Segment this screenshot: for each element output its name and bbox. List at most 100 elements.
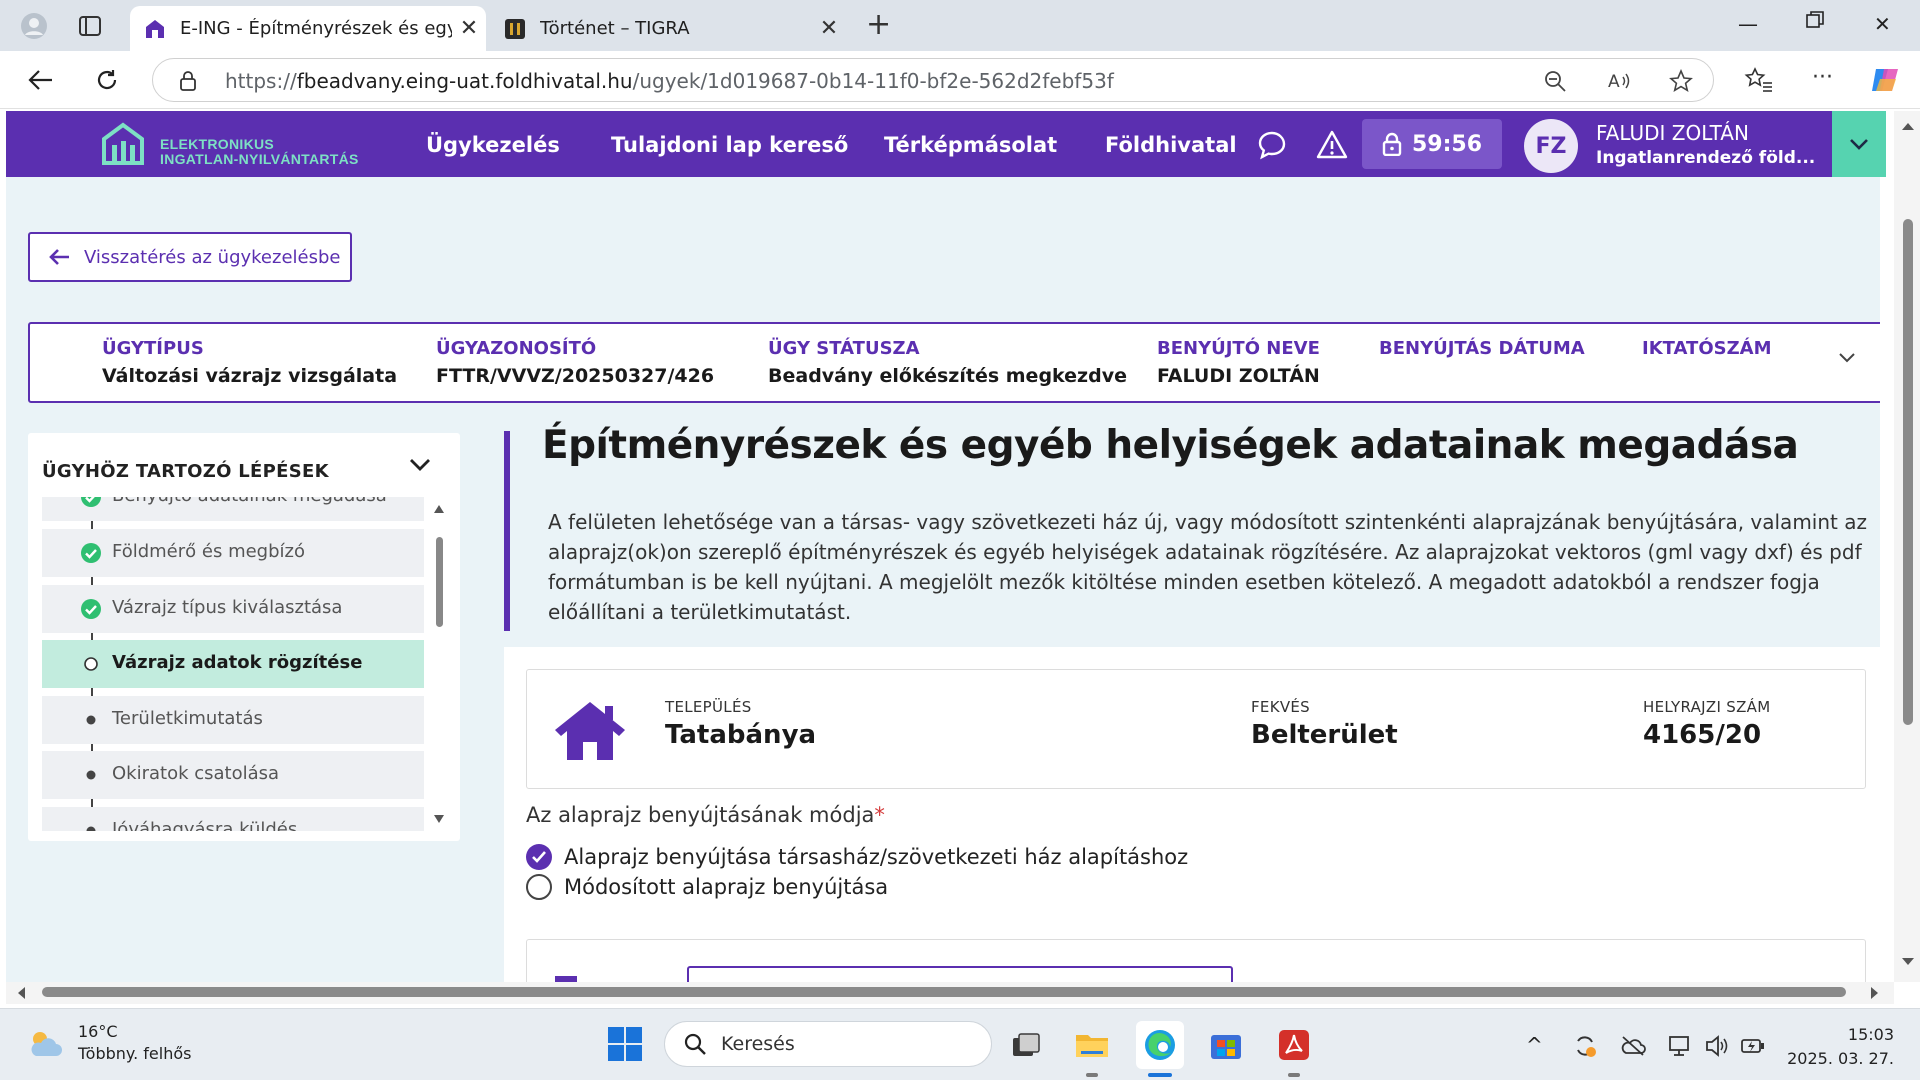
svg-text:A: A	[1608, 72, 1620, 92]
windows-start-icon[interactable]	[608, 1027, 642, 1061]
radio-new-floorplan[interactable]: Alaprajz benyújtása társasház/szövetkeze…	[526, 843, 1188, 871]
back-to-case-management-button[interactable]: Visszatérés az ügykezelésbe	[28, 232, 352, 282]
browser-tab-bar: E-ING - Építményrészek és egyéb ✕ Történ…	[0, 0, 1920, 51]
tigra-favicon-icon	[505, 18, 525, 39]
step-teruletkimutatas[interactable]: Területkimutatás	[42, 696, 424, 744]
browser-tab-eing[interactable]: E-ING - Építményrészek és egyéb ✕	[130, 6, 486, 51]
floorplan-input[interactable]	[687, 966, 1233, 982]
restore-icon[interactable]	[1806, 10, 1824, 34]
favorite-star-icon[interactable]	[1669, 69, 1693, 93]
steps-scrollbar[interactable]	[430, 497, 448, 831]
browser-tab-tigra[interactable]: Történet – TIGRA ✕	[490, 6, 846, 51]
radio-modified-floorplan[interactable]: Módosított alaprajz benyújtása	[526, 873, 888, 901]
warning-icon[interactable]	[1316, 129, 1348, 161]
session-timer[interactable]: 59:56	[1362, 119, 1502, 169]
form-card: TELEPÜLÉS Tatabánya FEKVÉS Belterület HE…	[504, 647, 1880, 982]
tab-actions-button[interactable]	[72, 8, 108, 44]
taskbar-task-view[interactable]	[1002, 1021, 1050, 1069]
read-aloud-icon[interactable]: A	[1607, 69, 1631, 93]
new-tab-icon[interactable]: +	[866, 10, 891, 40]
page-vertical-scrollbar[interactable]	[1894, 111, 1920, 982]
step-benyujto-adatai[interactable]: Benyújtó adatainak megadása	[42, 497, 424, 521]
nav-ugykezeles[interactable]: Ügykezelés	[426, 133, 560, 157]
site-logo-text[interactable]: ELEKTRONIKUS INGATLAN-NYILVÁNTARTÁS	[160, 137, 359, 167]
more-options-icon[interactable]: ···	[1812, 65, 1833, 90]
check-circle-icon	[81, 599, 101, 619]
page-horizontal-scrollbar[interactable]	[6, 982, 1894, 1004]
nav-foldhivatalok[interactable]: Földhivatalo	[1105, 133, 1237, 157]
tab-title: Történet – TIGRA	[540, 18, 690, 39]
step-okiratok-csatolasa[interactable]: Okiratok csatolása	[42, 751, 424, 799]
volume-icon[interactable]	[1704, 1033, 1730, 1059]
close-window-icon[interactable]: ✕	[1874, 12, 1891, 36]
scroll-right-icon[interactable]	[1870, 986, 1880, 1000]
avatar[interactable]: FZ	[1524, 119, 1578, 173]
scroll-down-icon[interactable]	[1901, 957, 1915, 967]
url-text: https://fbeadvany.eing-uat.foldhivatal.h…	[225, 69, 1114, 93]
close-tab-icon[interactable]: ✕	[452, 16, 486, 41]
back-nav-button[interactable]	[26, 65, 56, 95]
minimize-icon[interactable]: —	[1738, 12, 1758, 36]
copilot-icon[interactable]	[1870, 65, 1902, 95]
folder-icon	[1076, 1035, 1108, 1057]
favorites-icon[interactable]	[1744, 65, 1774, 95]
lock-icon	[180, 71, 196, 91]
taskbar-store[interactable]	[1202, 1021, 1250, 1069]
profile-icon	[21, 13, 47, 39]
check-circle-icon	[81, 543, 101, 563]
chat-bubble-icon[interactable]	[1256, 129, 1288, 161]
chevron-down-icon	[1850, 139, 1868, 150]
step-vazrajz-tipus[interactable]: Vázrajz típus kiválasztása	[42, 585, 424, 633]
battery-icon[interactable]	[1740, 1033, 1766, 1059]
scroll-up-icon[interactable]	[1901, 121, 1915, 131]
reload-button[interactable]	[92, 65, 122, 95]
parcel-number-field: HELYRAJZI SZÁM 4165/20	[1643, 698, 1771, 750]
chevron-down-icon[interactable]	[1838, 352, 1856, 364]
weather-description: Többny. felhős	[78, 1044, 192, 1063]
onedrive-offline-icon[interactable]	[1620, 1033, 1646, 1059]
check-circle-icon	[81, 497, 101, 507]
step-jovahagyasra-kuldes[interactable]: Jóváhagyásra küldés	[42, 807, 424, 831]
submission-date: BENYÚJTÁS DÁTUMA	[1379, 338, 1585, 359]
floorplan-card	[526, 939, 1866, 982]
weather-widget[interactable]: 16°C Többny. felhős	[26, 1021, 191, 1065]
show-hidden-icons-icon[interactable]: ^	[1526, 1033, 1552, 1059]
lock-icon	[1382, 132, 1402, 156]
vertical-scroll-thumb[interactable]	[1903, 219, 1913, 725]
taskbar-search[interactable]: Keresés	[664, 1021, 992, 1067]
nav-tulajdoni-lap-kereso[interactable]: Tulajdoni lap kereső	[611, 133, 848, 157]
user-menu-toggle[interactable]	[1832, 111, 1886, 177]
taskbar-acrobat[interactable]	[1270, 1021, 1318, 1069]
sync-icon[interactable]	[1572, 1033, 1598, 1059]
case-type: ÜGYTÍPUS Változási vázrajz vizsgálata	[102, 338, 398, 387]
radio-unchecked-icon	[526, 874, 552, 900]
location-field: FEKVÉS Belterület	[1251, 698, 1398, 750]
scroll-left-icon[interactable]	[16, 986, 26, 1000]
radio-checked-icon	[526, 844, 552, 870]
zoom-out-icon[interactable]	[1543, 69, 1567, 93]
registration-number: IKTATÓSZÁM	[1642, 338, 1772, 359]
house-logo-icon[interactable]	[100, 121, 146, 167]
step-vazrajz-adatok[interactable]: Vázrajz adatok rögzítése	[42, 640, 424, 688]
taskbar-file-explorer[interactable]	[1068, 1021, 1116, 1069]
search-icon	[684, 1033, 706, 1055]
horizontal-scroll-thumb[interactable]	[42, 987, 1846, 997]
arrow-left-icon	[28, 70, 52, 90]
page-content: Visszatérés az ügykezelésbe ÜGYTÍPUS Vál…	[6, 177, 1880, 982]
nav-terkepmasolat[interactable]: Térképmásolat	[884, 133, 1057, 157]
step-foldmero-es-megbizo[interactable]: Földmérő és megbízó	[42, 529, 424, 577]
chevron-down-icon[interactable]	[408, 457, 432, 473]
close-tab-icon[interactable]: ✕	[812, 16, 846, 41]
submitter-name: BENYÚJTÓ NEVE FALUDI ZOLTÁN	[1157, 338, 1320, 387]
step-dot-icon	[86, 826, 96, 831]
clock-time: 15:03	[1847, 1025, 1894, 1044]
tab-actions-icon	[79, 16, 101, 36]
system-clock[interactable]: 15:03 2025. 03. 27.	[1784, 1023, 1894, 1071]
taskbar-edge[interactable]	[1136, 1021, 1184, 1069]
network-icon[interactable]	[1668, 1033, 1694, 1059]
property-card: TELEPÜLÉS Tatabánya FEKVÉS Belterület HE…	[526, 669, 1866, 789]
steps-list: Benyújtó adatainak megadása Földmérő és …	[42, 497, 424, 831]
case-status: ÜGY STÁTUSZA Beadvány előkészítés megkez…	[768, 338, 1127, 387]
address-bar[interactable]: https://fbeadvany.eing-uat.foldhivatal.h…	[152, 58, 1714, 102]
profile-button[interactable]	[14, 8, 54, 44]
